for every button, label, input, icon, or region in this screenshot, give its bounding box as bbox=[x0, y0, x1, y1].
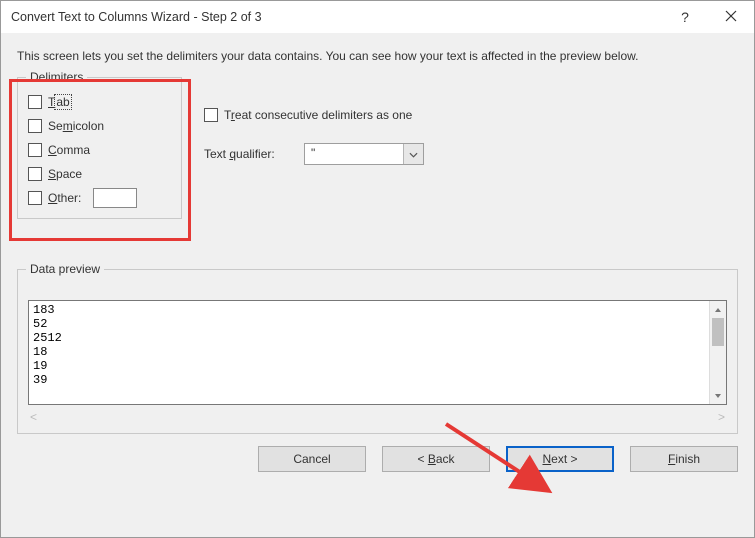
checkbox-icon bbox=[28, 167, 42, 181]
checkbox-icon bbox=[28, 119, 42, 133]
close-button[interactable] bbox=[708, 1, 754, 33]
button-label: Finish bbox=[668, 452, 700, 466]
checkbox-icon bbox=[28, 191, 42, 205]
next-button[interactable]: Next > bbox=[506, 446, 614, 472]
button-label: Cancel bbox=[293, 452, 330, 466]
checkbox-icon bbox=[28, 143, 42, 157]
data-preview-text: 183 52 2512 18 19 39 bbox=[29, 301, 709, 404]
vertical-scrollbar[interactable] bbox=[709, 301, 726, 404]
title-bar: Convert Text to Columns Wizard - Step 2 … bbox=[1, 1, 754, 33]
other-delimiter-input[interactable] bbox=[93, 188, 137, 208]
close-icon bbox=[725, 9, 737, 25]
button-label: < Back bbox=[417, 452, 454, 466]
text-qualifier-dropdown[interactable]: " bbox=[304, 143, 424, 165]
checkbox-label: Treat consecutive delimiters as one bbox=[224, 108, 412, 122]
data-preview-box: 183 52 2512 18 19 39 bbox=[28, 300, 727, 405]
text-qualifier-value: " bbox=[305, 144, 403, 164]
scroll-down-icon[interactable] bbox=[710, 387, 726, 404]
back-button[interactable]: < Back bbox=[382, 446, 490, 472]
checkbox-other[interactable]: Other: bbox=[28, 186, 171, 210]
button-label: Next > bbox=[542, 452, 577, 466]
checkbox-label: Semicolon bbox=[48, 119, 104, 133]
finish-button[interactable]: Finish bbox=[630, 446, 738, 472]
cancel-button[interactable]: Cancel bbox=[258, 446, 366, 472]
checkbox-comma[interactable]: Comma bbox=[28, 138, 171, 162]
checkbox-space[interactable]: Space bbox=[28, 162, 171, 186]
scroll-up-icon[interactable] bbox=[710, 301, 726, 318]
text-qualifier-label: Text qualifier: bbox=[204, 147, 304, 161]
chevron-down-icon bbox=[409, 147, 418, 161]
checkbox-label: Other: bbox=[48, 191, 81, 205]
window-title: Convert Text to Columns Wizard - Step 2 … bbox=[11, 10, 662, 24]
delimiters-group: Delimiters Tab Semicolon Comma Space bbox=[17, 77, 182, 219]
checkbox-icon bbox=[204, 108, 218, 122]
wizard-dialog: Convert Text to Columns Wizard - Step 2 … bbox=[0, 0, 755, 538]
description-text: This screen lets you set the delimiters … bbox=[17, 49, 738, 63]
horizontal-scrollbar[interactable]: < > bbox=[28, 408, 727, 425]
scroll-right-icon[interactable]: > bbox=[718, 410, 725, 424]
dropdown-button[interactable] bbox=[403, 144, 423, 164]
content-area: This screen lets you set the delimiters … bbox=[1, 33, 754, 440]
checkbox-treat-consecutive[interactable]: Treat consecutive delimiters as one bbox=[204, 101, 424, 129]
options-right-column: Treat consecutive delimiters as one Text… bbox=[182, 77, 424, 219]
checkbox-label: Comma bbox=[48, 143, 90, 157]
checkbox-label: Space bbox=[48, 167, 82, 181]
data-preview-group: Data preview 183 52 2512 18 19 39 < > bbox=[17, 269, 738, 434]
checkbox-tab[interactable]: Tab bbox=[28, 90, 171, 114]
checkbox-semicolon[interactable]: Semicolon bbox=[28, 114, 171, 138]
button-row: Cancel < Back Next > Finish bbox=[1, 440, 754, 488]
help-button[interactable]: ? bbox=[662, 1, 708, 33]
text-qualifier-row: Text qualifier: " bbox=[204, 139, 424, 169]
options-row: Delimiters Tab Semicolon Comma Space bbox=[17, 77, 738, 219]
scroll-thumb[interactable] bbox=[712, 318, 724, 346]
data-preview-legend: Data preview bbox=[26, 262, 104, 276]
checkbox-icon bbox=[28, 95, 42, 109]
delimiters-legend: Delimiters bbox=[26, 70, 87, 84]
checkbox-label: Tab bbox=[48, 95, 71, 109]
help-icon: ? bbox=[681, 9, 689, 25]
scroll-left-icon[interactable]: < bbox=[30, 410, 37, 424]
